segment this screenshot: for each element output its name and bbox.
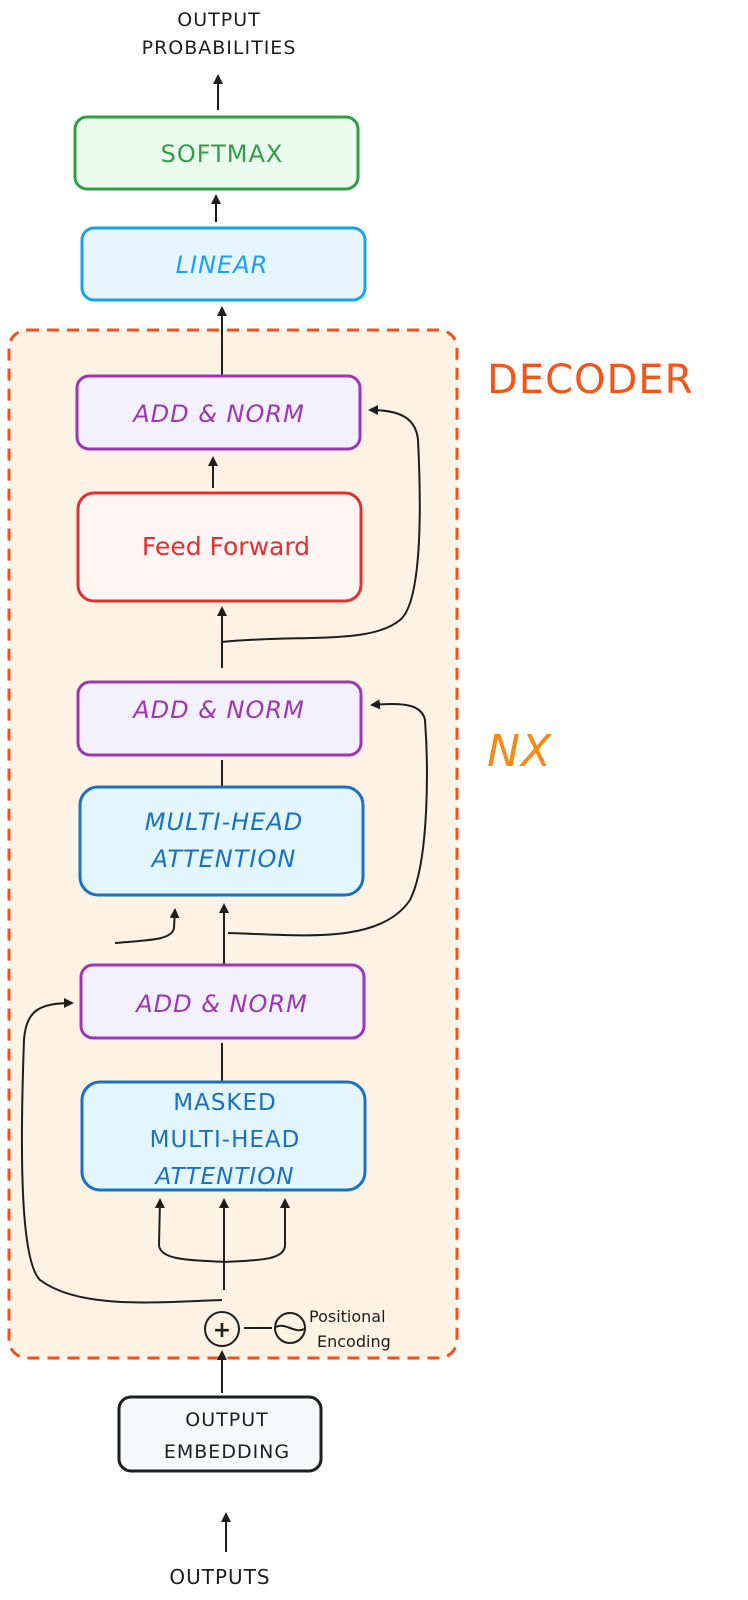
add-norm-mid-block[interactable]: ADD & NORM [76, 680, 363, 757]
decoder-label: DECODER [487, 357, 693, 403]
feed-forward-label: Feed Forward [142, 532, 310, 561]
output-embedding-label-line2: EMBEDDING [164, 1441, 290, 1463]
output-probabilities-line1: OUTPUT [177, 9, 260, 31]
multi-head-attention-box [78, 785, 365, 897]
output-probabilities-line2: PROBABILITIES [142, 37, 297, 59]
masked-multi-head-attention-block[interactable]: MASKED MULTI-HEAD ATTENTION [80, 1080, 367, 1192]
masked-mha-label-line2: MULTI-HEAD [150, 1127, 301, 1153]
outputs-label: OUTPUTS [169, 1565, 270, 1589]
mha-label-line1: MULTI-HEAD [145, 808, 304, 836]
add-norm-bottom-block[interactable]: ADD & NORM [79, 963, 366, 1040]
add-norm-bottom-label: ADD & NORM [134, 990, 308, 1018]
decoder-diagram: OUTPUT PROBABILITIES SOFTMAX LINEAR DECO… [7, 9, 693, 1589]
linear-label: LINEAR [176, 251, 269, 279]
nx-repeat-label: NX [487, 726, 552, 777]
output-embedding-label-line1: OUTPUT [185, 1409, 268, 1431]
add-norm-top-block[interactable]: ADD & NORM [75, 374, 362, 451]
plus-symbol: + [213, 1318, 231, 1343]
masked-mha-label-line1: MASKED [173, 1090, 277, 1116]
softmax-block[interactable]: SOFTMAX [73, 115, 360, 191]
positional-label-line2: Encoding [317, 1332, 391, 1351]
output-embedding-block[interactable]: OUTPUT EMBEDDING [117, 1395, 323, 1473]
add-norm-mid-label: ADD & NORM [131, 696, 305, 724]
multi-head-attention-block[interactable]: MULTI-HEAD ATTENTION [78, 785, 365, 897]
mha-label-line2: ATTENTION [150, 845, 297, 873]
softmax-label: SOFTMAX [161, 140, 284, 168]
add-norm-top-label: ADD & NORM [131, 400, 305, 428]
linear-block[interactable]: LINEAR [80, 226, 367, 302]
feed-forward-block[interactable]: Feed Forward [76, 491, 363, 603]
positional-label-line1: Positional [309, 1307, 386, 1326]
masked-mha-label-line3: ATTENTION [153, 1164, 294, 1190]
